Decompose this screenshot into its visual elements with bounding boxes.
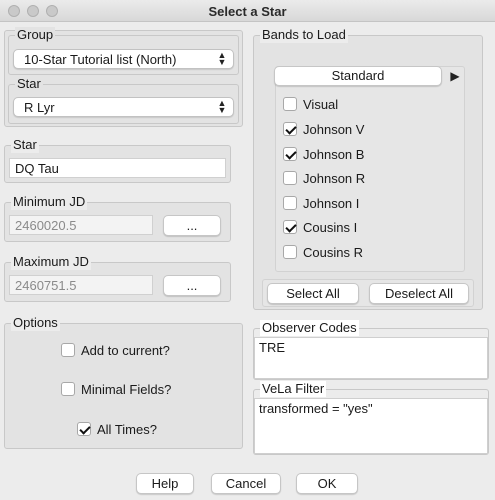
band-visual-label: Visual [303, 96, 339, 112]
observer-codes-input[interactable]: TRE [254, 337, 488, 379]
band-johnson-b-option[interactable]: Johnson B [283, 145, 364, 163]
ok-button[interactable]: OK [296, 473, 358, 494]
group-label: Group [15, 27, 56, 43]
selection-panel: Group 10-Star Tutorial list (North) ▲ ▼ S… [4, 27, 243, 127]
minimum-jd-input[interactable]: 2460020.5 [9, 215, 153, 235]
band-cousins-i-label: Cousins I [303, 219, 358, 235]
band-johnson-v-option[interactable]: Johnson V [283, 120, 364, 138]
help-button[interactable]: Help [136, 473, 194, 494]
star-name-input[interactable]: DQ Tau [9, 158, 226, 178]
minimal-fields-checkbox[interactable] [61, 382, 75, 396]
band-johnson-r-option[interactable]: Johnson R [283, 169, 365, 187]
minimal-fields-option[interactable]: Minimal Fields? [61, 380, 171, 398]
all-times-checkbox[interactable] [77, 422, 91, 436]
band-johnson-i-option[interactable]: Johnson I [283, 194, 359, 212]
group-select[interactable]: 10-Star Tutorial list (North) ▲ ▼ [13, 49, 234, 69]
observer-codes-box: Observer Codes TRE [253, 320, 489, 380]
bands-box: Bands to Load Standard ▶ Visual Johnson … [253, 27, 483, 310]
tab-standard[interactable]: Standard [274, 66, 442, 86]
all-times-label: All Times? [97, 421, 157, 437]
band-johnson-v-label: Johnson V [303, 121, 365, 137]
add-to-current-option[interactable]: Add to current? [61, 341, 170, 359]
star-entry-box: Star DQ Tau [4, 137, 231, 183]
all-times-option[interactable]: All Times? [77, 420, 157, 438]
star-select[interactable]: R Lyr ▲ ▼ [13, 97, 234, 117]
chevron-up-down-icon: ▲ ▼ [217, 98, 227, 115]
cancel-button[interactable]: Cancel [211, 473, 281, 494]
title-bar: Select a Star [0, 0, 495, 22]
band-cousins-i-checkbox[interactable] [283, 220, 297, 234]
band-cousins-r-checkbox[interactable] [283, 245, 297, 259]
band-visual-option[interactable]: Visual [283, 95, 338, 113]
maximum-jd-box: Maximum JD 2460751.5 ... [4, 254, 231, 302]
minimum-jd-label: Minimum JD [11, 194, 88, 210]
window-title: Select a Star [208, 4, 287, 19]
star-select-box: Star R Lyr ▲ ▼ [8, 76, 239, 124]
band-johnson-v-checkbox[interactable] [283, 122, 297, 136]
star-selected-value: R Lyr [24, 100, 55, 115]
vela-filter-box: VeLa Filter transformed = "yes" [253, 381, 489, 455]
observer-codes-label: Observer Codes [260, 320, 359, 336]
bands-label: Bands to Load [260, 27, 348, 43]
tab-scroll-right-icon[interactable]: ▶ [444, 66, 466, 86]
band-johnson-b-label: Johnson B [303, 146, 365, 162]
minimal-fields-label: Minimal Fields? [81, 381, 172, 397]
select-all-button[interactable]: Select All [267, 283, 359, 304]
chevron-up-down-icon: ▲ ▼ [217, 50, 227, 67]
vela-filter-input[interactable]: transformed = "yes" [254, 398, 488, 454]
band-johnson-b-checkbox[interactable] [283, 147, 297, 161]
star-select-label: Star [15, 76, 43, 92]
band-cousins-r-label: Cousins R [303, 244, 363, 260]
band-cousins-i-option[interactable]: Cousins I [283, 218, 357, 236]
options-box: Options Add to current? Minimal Fields? … [4, 315, 243, 449]
band-johnson-i-checkbox[interactable] [283, 196, 297, 210]
minimum-jd-box: Minimum JD 2460020.5 ... [4, 194, 231, 242]
maximum-jd-input[interactable]: 2460751.5 [9, 275, 153, 295]
maximum-jd-picker-button[interactable]: ... [163, 275, 221, 296]
options-label: Options [11, 315, 60, 331]
vela-filter-label: VeLa Filter [260, 381, 327, 397]
maximum-jd-label: Maximum JD [11, 254, 91, 270]
band-johnson-r-label: Johnson R [303, 170, 366, 186]
group-box: Group 10-Star Tutorial list (North) ▲ ▼ [8, 27, 239, 75]
minimum-jd-picker-button[interactable]: ... [163, 215, 221, 236]
star-entry-label: Star [11, 137, 39, 153]
add-to-current-label: Add to current? [81, 342, 170, 358]
dialog-body: Group 10-Star Tutorial list (North) ▲ ▼ S… [0, 22, 495, 500]
group-selected-value: 10-Star Tutorial list (North) [24, 52, 177, 67]
add-to-current-checkbox[interactable] [61, 343, 75, 357]
band-johnson-i-label: Johnson I [303, 195, 360, 211]
band-visual-checkbox[interactable] [283, 97, 297, 111]
deselect-all-button[interactable]: Deselect All [369, 283, 469, 304]
band-cousins-r-option[interactable]: Cousins R [283, 243, 363, 261]
band-johnson-r-checkbox[interactable] [283, 171, 297, 185]
